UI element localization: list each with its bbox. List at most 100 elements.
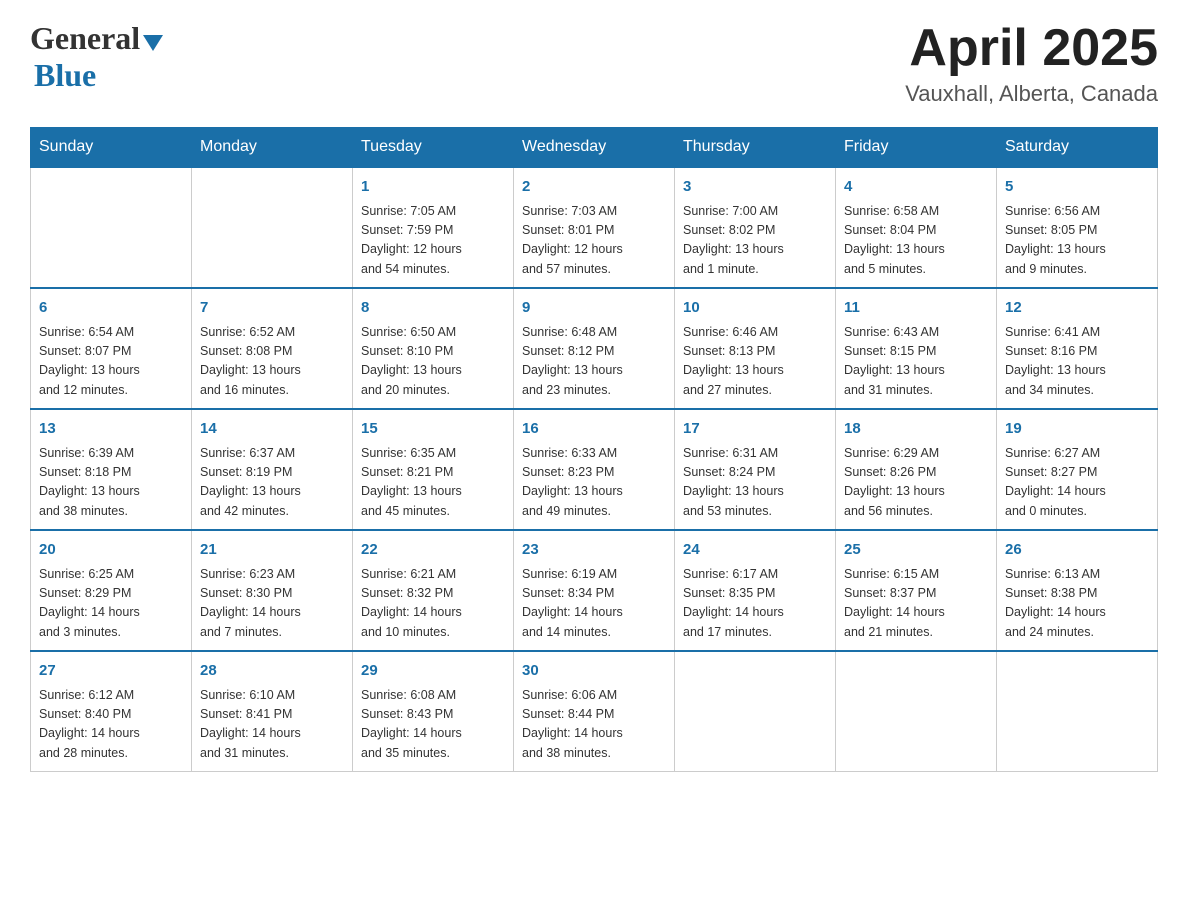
day-info: Sunrise: 6:31 AM Sunset: 8:24 PM Dayligh…: [683, 444, 827, 522]
calendar-cell: 29 Sunrise: 6:08 AM Sunset: 8:43 PM Dayli…: [353, 651, 514, 772]
calendar-cell: 18Sunrise: 6:29 AM Sunset: 8:26 PM Dayli…: [836, 409, 997, 530]
title-section: April 2025 Vauxhall, Alberta, Canada: [905, 20, 1158, 107]
calendar-cell: 26 Sunrise: 6:13 AM Sunset: 8:38 PM Dayli…: [997, 530, 1158, 651]
day-info: Sunrise: 6:21 AM Sunset: 8:32 PM Dayligh…: [361, 565, 505, 643]
day-info: Sunrise: 7:00 AM Sunset: 8:02 PM Dayligh…: [683, 202, 827, 280]
day-info: Sunrise: 6:12 AM Sunset: 8:40 PM Dayligh…: [39, 686, 183, 764]
calendar-cell: 24 Sunrise: 6:17 AM Sunset: 8:35 PM Dayli…: [675, 530, 836, 651]
calendar-cell: 6 Sunrise: 6:54 AM Sunset: 8:07 PM Daylig…: [31, 288, 192, 409]
day-number: 16: [522, 418, 666, 441]
calendar-cell: 12 Sunrise: 6:41 AM Sunset: 8:16 PM Dayli…: [997, 288, 1158, 409]
calendar-cell: 9 Sunrise: 6:48 AM Sunset: 8:12 PM Daylig…: [514, 288, 675, 409]
day-info: Sunrise: 6:39 AM Sunset: 8:18 PM Dayligh…: [39, 444, 183, 522]
day-info: Sunrise: 6:50 AM Sunset: 8:10 PM Dayligh…: [361, 323, 505, 401]
day-number: 19: [1005, 418, 1149, 441]
weekday-header-tuesday: Tuesday: [353, 128, 514, 168]
logo-blue-text: Blue: [34, 57, 96, 94]
calendar-week-3: 13 Sunrise: 6:39 AM Sunset: 8:18 PM Dayli…: [31, 409, 1158, 530]
page-header: General Blue April 2025 Vauxhall, Albert…: [30, 20, 1158, 107]
day-number: 21: [200, 539, 344, 562]
day-number: 1: [361, 176, 505, 199]
day-info: Sunrise: 6:41 AM Sunset: 8:16 PM Dayligh…: [1005, 323, 1149, 401]
day-number: 28: [200, 660, 344, 683]
calendar-body: 1 Sunrise: 7:05 AM Sunset: 7:59 PM Daylig…: [31, 167, 1158, 772]
day-info: Sunrise: 6:19 AM Sunset: 8:34 PM Dayligh…: [522, 565, 666, 643]
day-info: Sunrise: 6:25 AM Sunset: 8:29 PM Dayligh…: [39, 565, 183, 643]
day-info: Sunrise: 6:35 AM Sunset: 8:21 PM Dayligh…: [361, 444, 505, 522]
calendar-cell: 14 Sunrise: 6:37 AM Sunset: 8:19 PM Dayli…: [192, 409, 353, 530]
weekday-header-friday: Friday: [836, 128, 997, 168]
calendar-subtitle: Vauxhall, Alberta, Canada: [905, 81, 1158, 107]
day-number: 6: [39, 297, 183, 320]
day-number: 29: [361, 660, 505, 683]
calendar-cell: 15 Sunrise: 6:35 AM Sunset: 8:21 PM Dayli…: [353, 409, 514, 530]
calendar-title: April 2025: [905, 20, 1158, 77]
day-info: Sunrise: 6:15 AM Sunset: 8:37 PM Dayligh…: [844, 565, 988, 643]
day-number: 9: [522, 297, 666, 320]
logo: General Blue: [30, 20, 163, 94]
calendar-cell: 5 Sunrise: 6:56 AM Sunset: 8:05 PM Daylig…: [997, 167, 1158, 288]
calendar-cell: 20 Sunrise: 6:25 AM Sunset: 8:29 PM Dayli…: [31, 530, 192, 651]
calendar-cell: 11Sunrise: 6:43 AM Sunset: 8:15 PM Dayli…: [836, 288, 997, 409]
calendar-cell: 19 Sunrise: 6:27 AM Sunset: 8:27 PM Dayli…: [997, 409, 1158, 530]
calendar-cell: 4Sunrise: 6:58 AM Sunset: 8:04 PM Daylig…: [836, 167, 997, 288]
calendar-cell: 28 Sunrise: 6:10 AM Sunset: 8:41 PM Dayli…: [192, 651, 353, 772]
day-info: Sunrise: 6:23 AM Sunset: 8:30 PM Dayligh…: [200, 565, 344, 643]
day-number: 5: [1005, 176, 1149, 199]
day-number: 14: [200, 418, 344, 441]
day-info: Sunrise: 6:54 AM Sunset: 8:07 PM Dayligh…: [39, 323, 183, 401]
calendar-cell: [997, 651, 1158, 772]
day-number: 24: [683, 539, 827, 562]
day-number: 7: [200, 297, 344, 320]
calendar-cell: 1 Sunrise: 7:05 AM Sunset: 7:59 PM Daylig…: [353, 167, 514, 288]
calendar-cell: 30Sunrise: 6:06 AM Sunset: 8:44 PM Dayli…: [514, 651, 675, 772]
day-number: 10: [683, 297, 827, 320]
day-info: Sunrise: 6:48 AM Sunset: 8:12 PM Dayligh…: [522, 323, 666, 401]
day-info: Sunrise: 6:08 AM Sunset: 8:43 PM Dayligh…: [361, 686, 505, 764]
day-number: 3: [683, 176, 827, 199]
day-info: Sunrise: 6:56 AM Sunset: 8:05 PM Dayligh…: [1005, 202, 1149, 280]
weekday-header-saturday: Saturday: [997, 128, 1158, 168]
day-number: 8: [361, 297, 505, 320]
day-info: Sunrise: 6:27 AM Sunset: 8:27 PM Dayligh…: [1005, 444, 1149, 522]
calendar-week-5: 27 Sunrise: 6:12 AM Sunset: 8:40 PM Dayli…: [31, 651, 1158, 772]
logo-general-text: General: [30, 20, 140, 57]
calendar-cell: 7Sunrise: 6:52 AM Sunset: 8:08 PM Daylig…: [192, 288, 353, 409]
day-number: 4: [844, 176, 988, 199]
calendar-week-1: 1 Sunrise: 7:05 AM Sunset: 7:59 PM Daylig…: [31, 167, 1158, 288]
weekday-header-monday: Monday: [192, 128, 353, 168]
day-info: Sunrise: 6:43 AM Sunset: 8:15 PM Dayligh…: [844, 323, 988, 401]
calendar-cell: 3 Sunrise: 7:00 AM Sunset: 8:02 PM Daylig…: [675, 167, 836, 288]
day-number: 2: [522, 176, 666, 199]
calendar-cell: 10 Sunrise: 6:46 AM Sunset: 8:13 PM Dayli…: [675, 288, 836, 409]
day-info: Sunrise: 6:13 AM Sunset: 8:38 PM Dayligh…: [1005, 565, 1149, 643]
day-info: Sunrise: 6:29 AM Sunset: 8:26 PM Dayligh…: [844, 444, 988, 522]
day-info: Sunrise: 7:05 AM Sunset: 7:59 PM Dayligh…: [361, 202, 505, 280]
day-info: Sunrise: 6:46 AM Sunset: 8:13 PM Dayligh…: [683, 323, 827, 401]
calendar-cell: 13 Sunrise: 6:39 AM Sunset: 8:18 PM Dayli…: [31, 409, 192, 530]
calendar-week-2: 6 Sunrise: 6:54 AM Sunset: 8:07 PM Daylig…: [31, 288, 1158, 409]
logo-arrow-icon: [143, 35, 163, 51]
weekday-header-wednesday: Wednesday: [514, 128, 675, 168]
calendar-cell: 22Sunrise: 6:21 AM Sunset: 8:32 PM Dayli…: [353, 530, 514, 651]
day-number: 20: [39, 539, 183, 562]
day-info: Sunrise: 6:17 AM Sunset: 8:35 PM Dayligh…: [683, 565, 827, 643]
day-number: 12: [1005, 297, 1149, 320]
calendar-cell: [192, 167, 353, 288]
calendar-cell: [675, 651, 836, 772]
day-number: 26: [1005, 539, 1149, 562]
calendar-cell: [836, 651, 997, 772]
calendar-cell: 23Sunrise: 6:19 AM Sunset: 8:34 PM Dayli…: [514, 530, 675, 651]
calendar-cell: 21 Sunrise: 6:23 AM Sunset: 8:30 PM Dayli…: [192, 530, 353, 651]
day-number: 27: [39, 660, 183, 683]
day-number: 15: [361, 418, 505, 441]
day-info: Sunrise: 6:37 AM Sunset: 8:19 PM Dayligh…: [200, 444, 344, 522]
day-number: 13: [39, 418, 183, 441]
day-info: Sunrise: 6:10 AM Sunset: 8:41 PM Dayligh…: [200, 686, 344, 764]
calendar-cell: 16 Sunrise: 6:33 AM Sunset: 8:23 PM Dayli…: [514, 409, 675, 530]
calendar-cell: 27 Sunrise: 6:12 AM Sunset: 8:40 PM Dayli…: [31, 651, 192, 772]
day-number: 25: [844, 539, 988, 562]
day-info: Sunrise: 6:33 AM Sunset: 8:23 PM Dayligh…: [522, 444, 666, 522]
calendar-cell: [31, 167, 192, 288]
calendar-cell: 8 Sunrise: 6:50 AM Sunset: 8:10 PM Daylig…: [353, 288, 514, 409]
